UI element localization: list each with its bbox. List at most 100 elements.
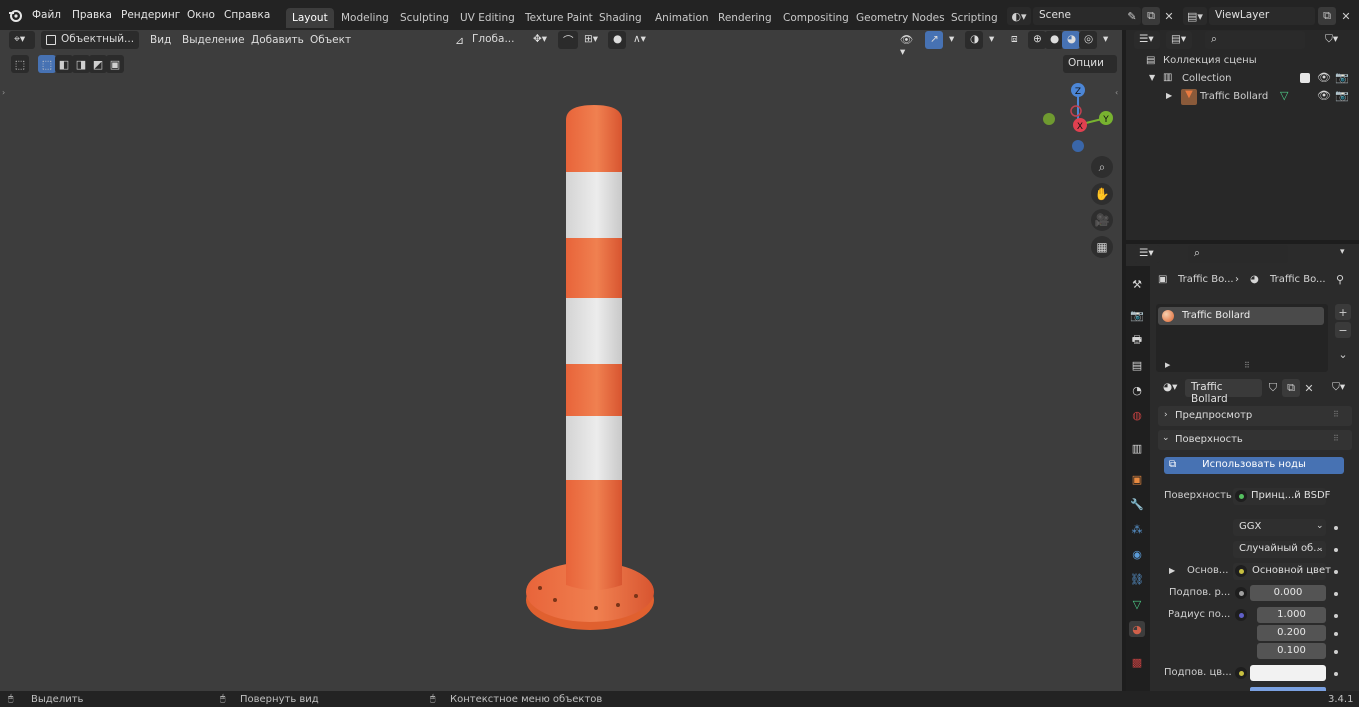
outliner-display-mode-icon[interactable]: ▤▾ (1166, 31, 1192, 49)
new-scene-icon[interactable]: ⧉ (1142, 7, 1160, 25)
snap-icon[interactable]: ⌒ (558, 31, 578, 49)
outliner-editor-type-icon[interactable]: ☰▾ (1134, 31, 1160, 49)
menu-select[interactable]: Выделение (182, 34, 245, 46)
keyframe-dot-icon[interactable] (1334, 672, 1338, 676)
traffic-bollard-model[interactable] (520, 100, 660, 636)
solid-shading-icon[interactable]: ● (1045, 31, 1063, 49)
gizmo-toggle-icon[interactable]: ↗ (925, 31, 943, 49)
view-layer-tab-icon[interactable]: ▤ (1129, 357, 1145, 373)
menu-view[interactable]: Вид (150, 34, 171, 46)
toolbar-expand-icon[interactable]: › (2, 88, 5, 97)
browse-material-icon[interactable]: ◕▾ (1158, 379, 1184, 397)
pin-properties-icon[interactable]: ⚲ (1336, 273, 1344, 286)
keyframe-dot-icon[interactable] (1334, 570, 1338, 574)
menu-add[interactable]: Добавить (251, 34, 304, 46)
remove-slot-icon[interactable]: − (1335, 322, 1351, 338)
navigation-gizmo[interactable]: Z Y X (1038, 80, 1118, 156)
particles-tab-icon[interactable]: ⁂ (1129, 521, 1145, 537)
unlink-material-icon[interactable]: ✕ (1300, 379, 1318, 397)
material-tab-icon[interactable]: ◕ (1129, 621, 1145, 637)
select-subtract-icon[interactable]: ◨ (72, 55, 90, 73)
collection-label[interactable]: Collection (1182, 73, 1231, 84)
subsurface-color-swatch[interactable] (1250, 665, 1326, 681)
tab-animation[interactable]: Animation (649, 8, 715, 28)
tab-rendering[interactable]: Rendering (712, 8, 778, 28)
tab-layout[interactable]: Layout (286, 8, 334, 28)
base-color-expand-icon[interactable]: ▶ (1169, 566, 1175, 575)
tab-geometry-nodes[interactable]: Geometry Nodes (850, 8, 951, 28)
gizmo-dropdown-icon[interactable]: ▾ (944, 31, 958, 49)
texture-tab-icon[interactable]: ▩ (1129, 654, 1145, 670)
collection-tab-icon[interactable]: ▥ (1129, 440, 1145, 456)
proportional-edit-icon[interactable]: ● (608, 31, 626, 49)
menu-file[interactable]: Файл (32, 9, 61, 21)
keyframe-dot-icon[interactable] (1334, 548, 1338, 552)
delete-scene-icon[interactable]: ✕ (1160, 7, 1178, 25)
menu-render[interactable]: Рендеринг (121, 9, 180, 21)
scene-collection-label[interactable]: Коллекция сцены (1163, 55, 1257, 66)
material-link-icon[interactable]: ⛉▾ (1327, 379, 1353, 397)
menu-edit[interactable]: Правка (72, 9, 112, 21)
collection-render-icon[interactable]: 📷 (1335, 71, 1349, 84)
view-layer-field[interactable]: ViewLayer (1209, 7, 1315, 25)
material-preview-shading-icon[interactable]: ◕ (1062, 31, 1080, 49)
pin-icon[interactable]: ✎ (1123, 7, 1141, 25)
physics-tab-icon[interactable]: ◉ (1129, 546, 1145, 562)
collection-expand-icon[interactable]: ▼ (1149, 73, 1155, 82)
select-invert-icon[interactable]: ◩ (89, 55, 107, 73)
perspective-grid-icon[interactable]: ▦ (1091, 236, 1113, 258)
falloff-icon[interactable]: ∧▾ (628, 31, 654, 49)
radius-y-field[interactable]: 0.200 (1257, 625, 1326, 641)
sidebar-expand-icon[interactable]: ‹ (1115, 88, 1118, 97)
use-nodes-button[interactable]: Использовать ноды (1164, 457, 1344, 474)
world-tab-icon[interactable]: ◍ (1129, 407, 1145, 423)
keyframe-dot-icon[interactable] (1334, 526, 1338, 530)
keyframe-dot-icon[interactable] (1334, 592, 1338, 596)
output-tab-icon[interactable]: 🖶 (1129, 332, 1145, 348)
scene-selector-icon[interactable]: ◐▾ (1007, 7, 1031, 25)
tab-uv-editing[interactable]: UV Editing (454, 8, 521, 28)
menu-object[interactable]: Объект (310, 34, 351, 46)
tab-scripting[interactable]: Scripting (945, 8, 1004, 28)
duplicate-material-icon[interactable]: ⧉ (1282, 379, 1300, 397)
overlay-dropdown-icon[interactable]: ▾ (984, 31, 998, 49)
wireframe-shading-icon[interactable]: ⊕ (1028, 31, 1046, 49)
blender-logo-icon[interactable] (8, 8, 22, 22)
xray-icon[interactable]: ⧈ (1006, 31, 1024, 49)
options-dropdown[interactable]: Опции (1063, 55, 1117, 73)
view-layer-selector-icon[interactable]: ▤▾ (1183, 7, 1207, 25)
render-tab-icon[interactable]: 📷 (1129, 307, 1145, 323)
select-extend-icon[interactable]: ◧ (55, 55, 73, 73)
menu-help[interactable]: Справка (224, 9, 270, 21)
object-tab-icon[interactable]: ▣ (1129, 471, 1145, 487)
outliner-search-input[interactable]: ⌕ (1205, 31, 1305, 49)
object-visibility-icon[interactable]: 👁 (1317, 89, 1331, 102)
fake-user-icon[interactable]: ⛉ (1264, 379, 1282, 397)
surface-drag-icon[interactable]: ⠿ (1333, 434, 1339, 443)
editor-type-icon[interactable]: ⌖▾ (9, 31, 35, 49)
tab-shading[interactable]: Shading (593, 8, 648, 28)
modifier-tab-icon[interactable]: 🔧 (1129, 496, 1145, 512)
camera-view-icon[interactable]: 🎥 (1091, 209, 1113, 231)
keyframe-dot-icon[interactable] (1334, 614, 1338, 618)
tab-compositing[interactable]: Compositing (777, 8, 855, 28)
select-tool-icon[interactable]: ⬚ (11, 55, 29, 73)
tab-modeling[interactable]: Modeling (335, 8, 395, 28)
shading-dropdown-icon[interactable]: ▾ (1098, 31, 1112, 49)
object-label[interactable]: Traffic Bollard (1200, 91, 1268, 102)
menu-window[interactable]: Окно (187, 9, 215, 21)
rendered-shading-icon[interactable]: ◎ (1079, 31, 1097, 49)
pan-hand-icon[interactable]: ✋ (1091, 183, 1113, 205)
constraints-tab-icon[interactable]: ⛓ (1129, 571, 1145, 587)
delete-view-layer-icon[interactable]: ✕ (1337, 7, 1355, 25)
add-slot-icon[interactable]: + (1335, 304, 1351, 320)
preview-drag-icon[interactable]: ⠿ (1333, 410, 1339, 419)
mesh-data-icon[interactable]: ▽ (1280, 89, 1288, 102)
radius-z-field[interactable]: 0.100 (1257, 643, 1326, 659)
material-name-field[interactable]: Traffic Bollard (1185, 379, 1262, 405)
radius-x-field[interactable]: 1.000 (1257, 607, 1326, 623)
tab-sculpting[interactable]: Sculpting (394, 8, 455, 28)
keyframe-dot-icon[interactable] (1334, 650, 1338, 654)
select-intersect-icon[interactable]: ▣ (106, 55, 124, 73)
pivot-point-icon[interactable]: ✥▾ (528, 31, 552, 49)
